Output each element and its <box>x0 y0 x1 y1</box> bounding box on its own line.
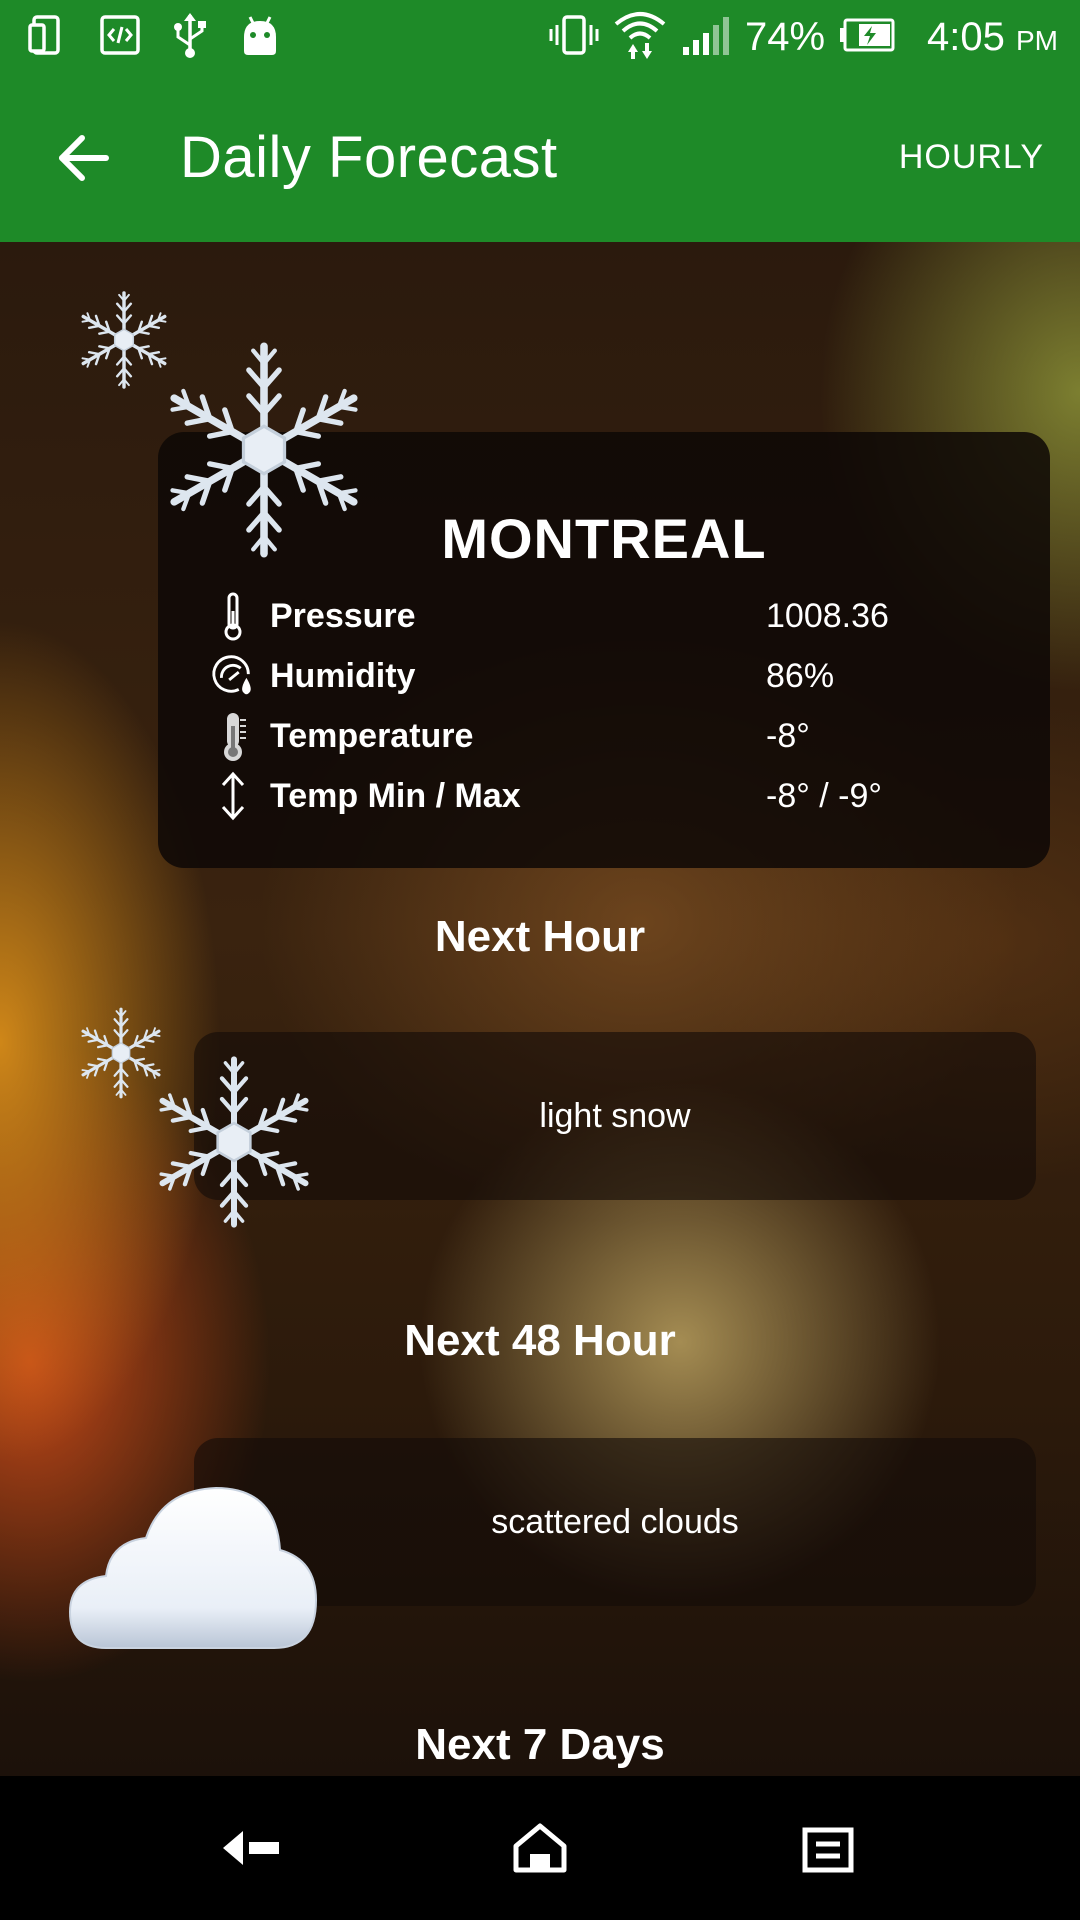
next-48-hour-description: scattered clouds <box>491 1502 739 1541</box>
page-title: Daily Forecast <box>180 125 558 190</box>
next-48-hour-heading: Next 48 Hour <box>404 1316 676 1365</box>
navigation-bar <box>0 1776 1080 1920</box>
signal-icon <box>681 13 731 62</box>
humidity-row: Humidity 86% <box>210 648 1010 704</box>
humidity-label: Humidity <box>270 656 416 695</box>
snowflake-icon <box>156 342 372 558</box>
next-7-days-heading: Next 7 Days <box>415 1720 665 1769</box>
hourly-button[interactable]: HOURLY <box>899 138 1044 177</box>
status-left-icons <box>28 11 282 64</box>
status-time-value: 4:05 <box>927 14 1005 59</box>
pressure-row: Pressure 1008.36 <box>210 588 1010 644</box>
wifi-icon <box>613 10 667 65</box>
humidity-gauge-icon <box>210 648 256 704</box>
app-bar: Daily Forecast HOURLY <box>0 74 1080 242</box>
pressure-label: Pressure <box>270 596 416 635</box>
pressure-value: 1008.36 <box>766 596 889 635</box>
status-time-suffix: PM <box>1016 24 1058 56</box>
android-icon <box>238 13 282 62</box>
next-hour-card[interactable]: light snow <box>194 1032 1036 1200</box>
temperature-value: -8° <box>766 716 810 755</box>
status-time: 4:05 PM <box>927 15 1058 60</box>
battery-charging-icon <box>839 17 897 58</box>
forecast-content[interactable]: MONTREAL Pressure 1008.36 Humidity 86% T… <box>0 242 1080 1776</box>
temp-min-max-label: Temp Min / Max <box>270 776 521 815</box>
temp-min-max-value: -8° / -9° <box>766 776 882 815</box>
next-48-hour-card[interactable]: scattered clouds <box>194 1438 1036 1606</box>
cloud-icon <box>68 1486 318 1649</box>
usb-icon <box>168 11 212 64</box>
status-bar: 74% 4:05 PM <box>0 0 1080 74</box>
humidity-value: 86% <box>766 656 835 695</box>
nav-back-button[interactable] <box>212 1812 292 1884</box>
battery-percent: 74% <box>744 14 826 59</box>
up-down-arrow-icon <box>210 768 256 824</box>
nav-home-button[interactable] <box>500 1812 580 1884</box>
thermometer-icon <box>210 708 256 764</box>
temp-min-max-row: Temp Min / Max -8° / -9° <box>210 768 1010 824</box>
back-nav-icon <box>223 1831 279 1865</box>
phone-tablet-icon <box>28 13 72 62</box>
temperature-row: Temperature -8° <box>210 708 1010 764</box>
recents-nav-icon <box>802 1827 854 1873</box>
thermometer-thin-icon <box>210 588 256 644</box>
vibrate-icon <box>549 13 599 62</box>
back-button[interactable] <box>56 132 112 184</box>
next-hour-description: light snow <box>539 1096 691 1135</box>
home-nav-icon <box>513 1823 567 1873</box>
snowflake-icon <box>148 1056 320 1228</box>
next-hour-heading: Next Hour <box>434 912 646 961</box>
code-icon <box>98 13 142 62</box>
arrow-left-icon <box>59 135 109 181</box>
temperature-label: Temperature <box>270 716 474 755</box>
status-right-icons: 74% 4:05 PM <box>549 10 1058 65</box>
nav-recents-button[interactable] <box>788 1812 868 1884</box>
